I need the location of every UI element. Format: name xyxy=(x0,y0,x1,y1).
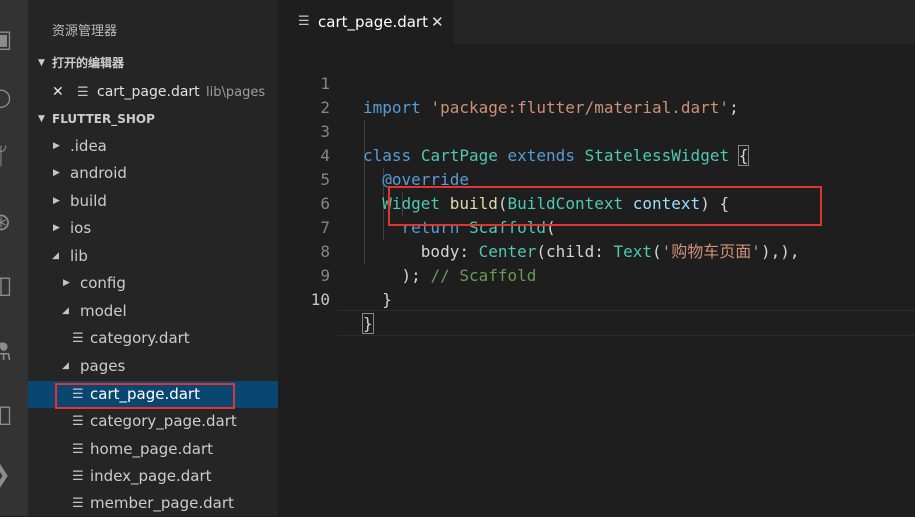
code-line-9: 9 } xyxy=(320,266,392,309)
extensions-icon[interactable]: ◫ xyxy=(0,272,14,298)
chevron-down-icon: ◢ xyxy=(62,306,69,316)
open-editor-path: lib\pages xyxy=(206,85,266,100)
current-line-highlight xyxy=(338,310,915,336)
tree-folder-android[interactable]: ▶ android xyxy=(28,160,278,187)
file-icon: ☰ xyxy=(72,496,84,511)
source-control-icon[interactable]: ᛘ xyxy=(0,143,14,169)
file-icon: ☰ xyxy=(77,85,89,100)
tree-folder-config[interactable]: ▶ config xyxy=(28,270,278,297)
remote-icon[interactable]: ◧ xyxy=(0,401,14,427)
code-line-4: 4 @override xyxy=(320,146,469,189)
code-line-5: 5 Widget build(BuildContext context) { xyxy=(320,170,730,213)
chevron-right-icon: ▶ xyxy=(53,141,60,151)
close-icon[interactable]: ✕ xyxy=(52,79,64,106)
search-icon[interactable]: ○ xyxy=(0,84,14,110)
explorer-sidebar: 资源管理器 ▼ 打开的编辑器 ✕ ☰ cart_page.dart lib\pa… xyxy=(28,0,278,516)
open-editor-filename: cart_page.dart xyxy=(97,84,200,100)
chevron-down-icon: ▼ xyxy=(38,114,45,124)
file-icon: ☰ xyxy=(298,14,310,29)
code-area[interactable]: 1 import 'package:flutter/material.dart'… xyxy=(278,48,915,516)
file-icon: ☰ xyxy=(72,331,84,346)
activity-bar: ▣ ○ ᛘ ⊛ ◫ ⚗ ◧ ❯ xyxy=(0,0,28,516)
tree-file-category[interactable]: ☰ category.dart xyxy=(28,325,278,352)
file-icon: ☰ xyxy=(72,469,84,484)
open-editors-header[interactable]: ▼ 打开的编辑器 xyxy=(28,50,278,76)
tree-folder-build[interactable]: ▶ build xyxy=(28,188,278,215)
code-line-1: 1 import 'package:flutter/material.dart'… xyxy=(320,74,739,117)
code-line-2: 2 xyxy=(320,98,330,117)
chevron-right-icon: ▶ xyxy=(53,168,60,178)
tree-file-home-page[interactable]: ☰ home_page.dart xyxy=(28,436,278,463)
project-header[interactable]: ▼ FLUTTER_SHOP xyxy=(28,106,278,132)
code-line-10: 10 } xyxy=(310,290,374,334)
chevron-right-icon: ▶ xyxy=(53,223,60,233)
sidebar-title: 资源管理器 xyxy=(52,24,118,39)
code-line-3: 3 class CartPage extends StatelessWidget… xyxy=(320,122,750,166)
file-icon: ☰ xyxy=(72,414,84,429)
terminal-icon[interactable]: ❯ xyxy=(0,461,14,487)
tree-folder-ios[interactable]: ▶ ios xyxy=(28,215,278,242)
chevron-down-icon: ◢ xyxy=(62,361,69,371)
tree-file-member-page[interactable]: ☰ member_page.dart xyxy=(28,490,278,517)
tab-cart-page[interactable]: ☰ cart_page.dart ✕ xyxy=(278,0,454,44)
open-editor-item[interactable]: ✕ ☰ cart_page.dart lib\pages xyxy=(28,79,278,106)
chevron-down-icon: ◢ xyxy=(52,251,59,261)
tree-folder-pages[interactable]: ◢ pages xyxy=(28,353,278,380)
chevron-right-icon: ▶ xyxy=(53,196,60,206)
file-icon: ☰ xyxy=(72,442,84,457)
highlight-box-sidebar xyxy=(55,383,235,409)
tree-folder-model[interactable]: ◢ model xyxy=(28,298,278,325)
chevron-right-icon: ▶ xyxy=(63,278,70,288)
tree-file-index-page[interactable]: ☰ index_page.dart xyxy=(28,463,278,490)
debug-icon[interactable]: ⊛ xyxy=(0,209,14,235)
tree-file-category-page[interactable]: ☰ category_page.dart xyxy=(28,408,278,435)
chevron-down-icon: ▼ xyxy=(38,58,45,68)
highlight-box-code xyxy=(388,186,822,226)
tab-close-icon[interactable]: ✕ xyxy=(431,0,444,44)
tree-folder-lib[interactable]: ◢ lib xyxy=(28,243,278,270)
explorer-icon[interactable]: ▣ xyxy=(0,26,14,52)
code-editor: ☰ cart_page.dart ✕ 1 import 'package:flu… xyxy=(278,0,915,516)
editor-tab-bar: ☰ cart_page.dart ✕ xyxy=(278,0,915,44)
tree-folder-idea[interactable]: ▶ .idea xyxy=(28,133,278,160)
test-icon[interactable]: ⚗ xyxy=(0,339,14,365)
